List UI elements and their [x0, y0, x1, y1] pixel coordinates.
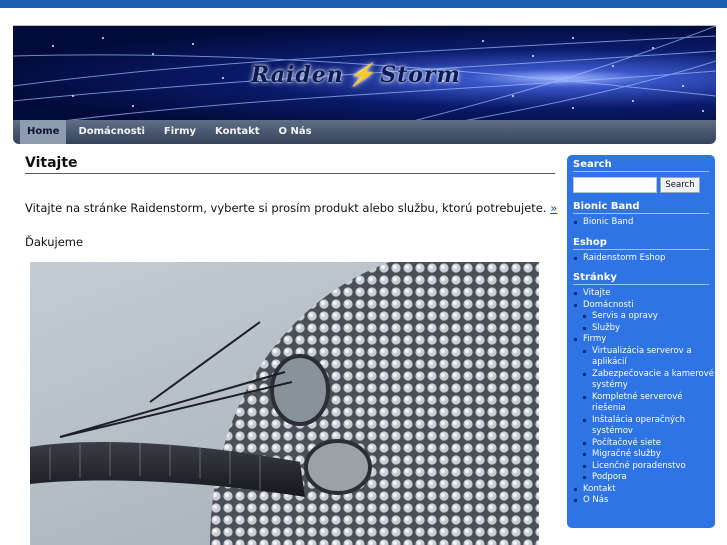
- page-link-licencne[interactable]: Licenčné poradenstvo: [567, 461, 715, 473]
- page-link-vitajte[interactable]: Vitajte: [567, 288, 715, 300]
- building-photo-graphic: [30, 262, 539, 545]
- page-link-siete[interactable]: Počítačové siete: [567, 438, 715, 450]
- page-link-kontakt[interactable]: Kontakt: [567, 484, 715, 496]
- nav-item-firmy[interactable]: Firmy: [157, 120, 203, 144]
- search-form: Search: [573, 177, 709, 193]
- page-link-instalacia[interactable]: Inštalácia operačných systémov: [567, 415, 715, 438]
- nav-item-home[interactable]: Home: [20, 120, 67, 144]
- thanks-text: Ďakujeme: [25, 235, 84, 249]
- page-link-domacnosti[interactable]: Domácnosti: [567, 300, 715, 312]
- page-link-firmy[interactable]: Firmy: [567, 334, 715, 346]
- logo-text-left: Raiden: [251, 62, 344, 88]
- logo-text-right: Storm: [380, 62, 461, 88]
- main-navigation: Home Domácnosti Firmy Kontakt O Nás: [13, 120, 716, 144]
- page-link-migracne[interactable]: Migračné služby: [567, 449, 715, 461]
- intro-text: Vitajte na stránke Raidenstorm, vyberte …: [25, 201, 547, 215]
- pages-list: Vitajte Domácnosti Servis a opravy Služb…: [567, 288, 715, 507]
- bionic-list: Bionic Band: [567, 217, 715, 229]
- site-logo[interactable]: Raiden ⚡ Storm: [251, 62, 461, 88]
- list-item-bionic-band[interactable]: Bionic Band: [567, 217, 715, 229]
- page-link-podpora[interactable]: Podpora: [567, 472, 715, 484]
- intro-more-link[interactable]: »: [550, 201, 557, 215]
- search-widget-title: Search: [573, 159, 709, 172]
- page-link-sluzby[interactable]: Služby: [567, 323, 715, 335]
- page-link-servis[interactable]: Servis a opravy: [567, 311, 715, 323]
- building-photo: [30, 262, 539, 545]
- search-button[interactable]: Search: [660, 177, 700, 193]
- main-content: Vitajte Vitajte na stránke Raidenstorm, …: [25, 155, 557, 249]
- lightning-icon: ⚡: [347, 62, 377, 88]
- nav-item-o-nas[interactable]: O Nás: [272, 120, 319, 144]
- list-item-eshop[interactable]: Raidenstorm Eshop: [567, 253, 715, 265]
- page-link-o-nas[interactable]: O Nás: [567, 495, 715, 507]
- eshop-list: Raidenstorm Eshop: [567, 253, 715, 265]
- page-link-virtualizacia[interactable]: Virtualizácia serverov a aplikácií: [567, 346, 715, 369]
- nav-item-domacnosti[interactable]: Domácnosti: [71, 120, 151, 144]
- page-title: Vitajte: [25, 155, 555, 174]
- eshop-widget-title: Eshop: [573, 237, 709, 250]
- nav-item-kontakt[interactable]: Kontakt: [208, 120, 267, 144]
- top-bar: [0, 0, 727, 8]
- search-input[interactable]: [573, 177, 657, 193]
- bionic-widget-title: Bionic Band: [573, 201, 709, 214]
- pages-widget-title: Stránky: [573, 272, 709, 285]
- page-link-zabezpecovacie[interactable]: Zabezpečovacie a kamerové systémy: [567, 369, 715, 392]
- sidebar: Search Search Bionic Band Bionic Band Es…: [567, 155, 715, 528]
- page-link-serverove[interactable]: Kompletné serverové riešenia: [567, 392, 715, 415]
- header-banner: Raiden ⚡ Storm: [13, 25, 716, 121]
- intro-paragraph: Vitajte na stránke Raidenstorm, vyberte …: [25, 201, 557, 215]
